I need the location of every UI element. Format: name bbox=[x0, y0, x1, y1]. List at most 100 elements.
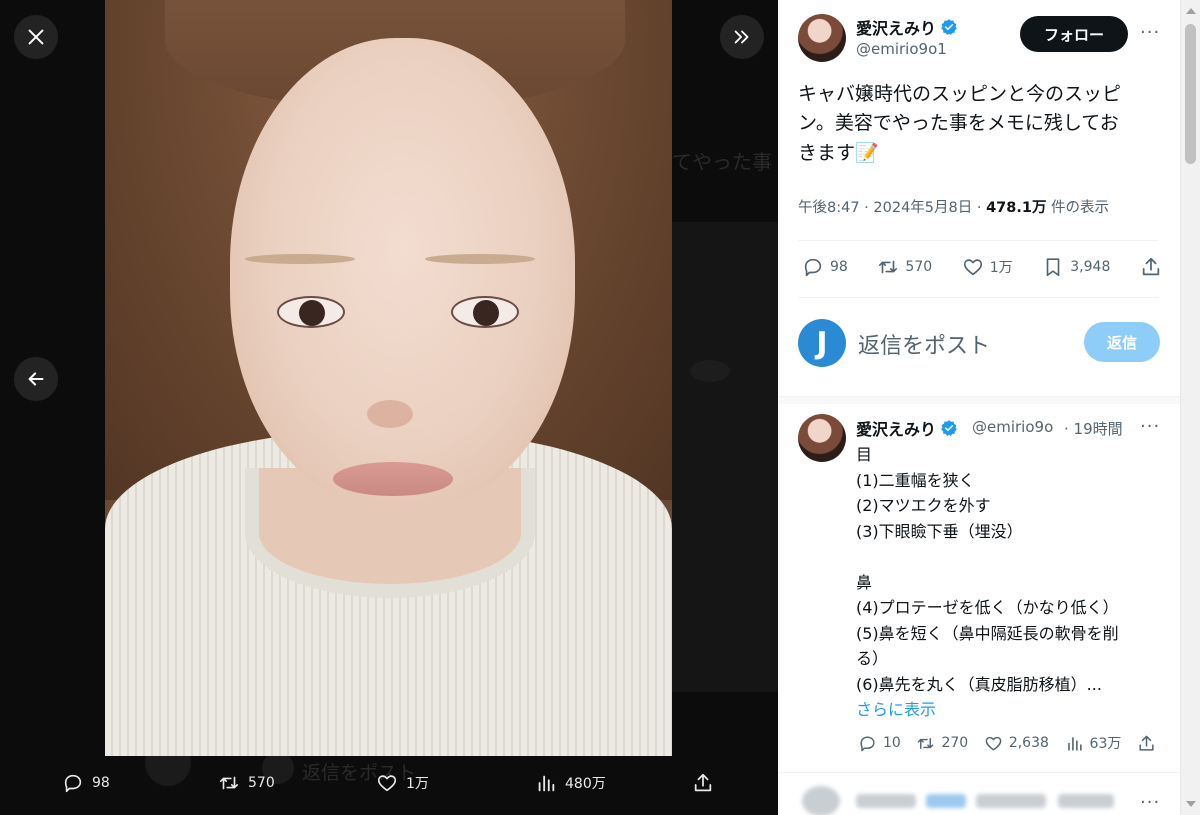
reply-submit-button[interactable]: 返信 bbox=[1084, 322, 1160, 362]
photo-brow-left bbox=[245, 254, 355, 264]
repost-icon bbox=[219, 776, 239, 790]
photo-eye-left bbox=[277, 296, 345, 328]
blurred-text bbox=[1058, 794, 1114, 808]
reply-like-button[interactable]: 2,638 bbox=[984, 733, 1049, 753]
media-viewer: てやった事 返信をポスト 98 570 1万 480万 bbox=[0, 0, 778, 815]
viewer-avatar[interactable]: J bbox=[798, 319, 846, 367]
verified-icon bbox=[941, 420, 957, 437]
author-name[interactable]: 愛沢えみり bbox=[856, 15, 958, 39]
viewer-share-button[interactable] bbox=[692, 772, 714, 794]
author-handle[interactable]: @emirio9o1 bbox=[856, 40, 947, 58]
photo-brow-right bbox=[425, 254, 535, 264]
viewer-reply-button[interactable]: 98 bbox=[62, 772, 110, 794]
reply-text-line: (6)鼻先を丸く（真皮脂肪移植）... bbox=[856, 674, 1102, 694]
reply-reply-count: 10 bbox=[883, 735, 901, 751]
photo-face bbox=[230, 38, 575, 508]
reply-author-avatar[interactable] bbox=[798, 414, 846, 462]
more-icon[interactable]: ··· bbox=[1140, 416, 1160, 437]
background-image-detail bbox=[690, 360, 730, 382]
like-icon bbox=[963, 259, 982, 276]
repost-count: 570 bbox=[905, 259, 933, 275]
tweet-actions: 98 570 1万 3,948 bbox=[802, 256, 1162, 278]
blurred-text bbox=[856, 794, 916, 808]
photo-lips bbox=[333, 462, 453, 496]
divider bbox=[778, 772, 1180, 773]
viewer-repost-count: 570 bbox=[248, 775, 275, 791]
photo-nose bbox=[367, 400, 413, 428]
reply-share-button[interactable] bbox=[1137, 733, 1156, 753]
reply-button[interactable]: 98 bbox=[802, 256, 848, 278]
share-icon bbox=[694, 773, 712, 792]
tweet-text-line: キャバ嬢時代のスッピンと今のスッピ bbox=[798, 83, 1122, 105]
blurred-avatar bbox=[802, 786, 840, 815]
reply-actions: 10 270 2,638 63万 bbox=[858, 733, 1156, 753]
reply-text-line: (4)プロテーゼを低く（かなり低く） bbox=[856, 598, 1119, 617]
verified-icon bbox=[941, 19, 957, 36]
double-chevron-icon bbox=[734, 30, 749, 44]
tweet-timestamp[interactable]: 午後8:47 · 2024年5月8日 · bbox=[798, 200, 986, 216]
back-arrow-icon bbox=[28, 372, 44, 386]
like-icon bbox=[377, 775, 397, 792]
reply-icon bbox=[64, 774, 82, 793]
blurred-text bbox=[976, 794, 1046, 808]
tweet-text-line: きます📝 bbox=[798, 141, 879, 164]
background-tweet-image bbox=[670, 222, 778, 692]
tweet-view-count: 478.1万 bbox=[986, 200, 1047, 216]
more-icon[interactable]: ··· bbox=[1140, 22, 1160, 43]
tweet-meta: 午後8:47 · 2024年5月8日 · 478.1万 件の表示 bbox=[798, 196, 1109, 217]
scrollbar-thumb[interactable] bbox=[1185, 24, 1196, 164]
reply-repost-button[interactable]: 270 bbox=[916, 733, 968, 753]
share-button[interactable] bbox=[1140, 256, 1162, 278]
repost-icon bbox=[879, 260, 898, 274]
bookmark-button[interactable]: 3,948 bbox=[1042, 256, 1110, 278]
expand-panel-button[interactable] bbox=[720, 15, 764, 59]
reply-count: 98 bbox=[830, 259, 848, 275]
viewer-reply-count: 98 bbox=[92, 775, 110, 791]
scrollbar[interactable] bbox=[1180, 0, 1200, 815]
viewer-views-button[interactable]: 480万 bbox=[535, 772, 606, 794]
more-icon[interactable]: ··· bbox=[1140, 792, 1160, 813]
repost-icon bbox=[918, 737, 934, 749]
tweet-view-label: 件の表示 bbox=[1046, 200, 1110, 216]
tweet-photo[interactable] bbox=[105, 0, 672, 756]
reply-author-handle[interactable]: @emirio9o bbox=[972, 418, 1053, 436]
views-icon bbox=[538, 775, 555, 792]
author-name-text: 愛沢えみり bbox=[856, 19, 937, 38]
bookmark-icon bbox=[1046, 258, 1060, 277]
reply-author-name[interactable]: 愛沢えみり bbox=[856, 416, 958, 440]
viewer-repost-button[interactable]: 570 bbox=[218, 772, 275, 794]
scroll-down-arrow-icon[interactable] bbox=[1186, 801, 1196, 807]
show-more-link[interactable]: さらに表示 bbox=[856, 697, 1156, 722]
reply-views-count: 63万 bbox=[1089, 736, 1122, 752]
blurred-next-reply bbox=[796, 786, 1158, 815]
reply-like-count: 2,638 bbox=[1008, 735, 1049, 751]
reply-views-button[interactable]: 63万 bbox=[1065, 733, 1122, 753]
divider bbox=[798, 240, 1158, 241]
divider bbox=[798, 297, 1158, 298]
repost-button[interactable]: 570 bbox=[877, 256, 932, 278]
close-button[interactable] bbox=[14, 15, 58, 59]
reply-text-line bbox=[856, 544, 1156, 570]
reply-text-line: る） bbox=[856, 649, 889, 668]
reply-icon bbox=[860, 735, 875, 751]
reply-text-line: 目 bbox=[856, 445, 873, 464]
tweet-detail-panel: 愛沢えみり @emirio9o1 フォロー ··· キャバ嬢時代のスッピンと今の… bbox=[778, 0, 1200, 815]
reply-timestamp[interactable]: · 19時間 bbox=[1064, 418, 1123, 439]
scroll-up-arrow-icon[interactable] bbox=[1186, 8, 1196, 14]
previous-image-button[interactable] bbox=[14, 357, 58, 401]
reply-text-line: (3)下眼瞼下垂（埋没） bbox=[856, 521, 1023, 541]
follow-button[interactable]: フォロー bbox=[1020, 16, 1128, 52]
like-button[interactable]: 1万 bbox=[962, 256, 1013, 278]
reply-reply-button[interactable]: 10 bbox=[858, 733, 901, 753]
reply-text: 目 (1)二重幅を狭く (2)マツエクを外す (3)下眼瞼下垂（埋没） 鼻 (4… bbox=[856, 442, 1156, 722]
close-icon bbox=[28, 29, 44, 45]
share-icon bbox=[1139, 735, 1154, 751]
reply-input[interactable]: 返信をポスト bbox=[858, 328, 990, 360]
photo-eye-right bbox=[451, 296, 519, 328]
reply-text-line: (2)マツエクを外す bbox=[856, 496, 991, 515]
viewer-like-button[interactable]: 1万 bbox=[376, 772, 429, 794]
like-count: 1万 bbox=[989, 260, 1013, 276]
author-avatar[interactable] bbox=[798, 14, 846, 62]
reply-text-line: 鼻 bbox=[856, 572, 873, 592]
bookmark-count: 3,948 bbox=[1070, 259, 1111, 275]
